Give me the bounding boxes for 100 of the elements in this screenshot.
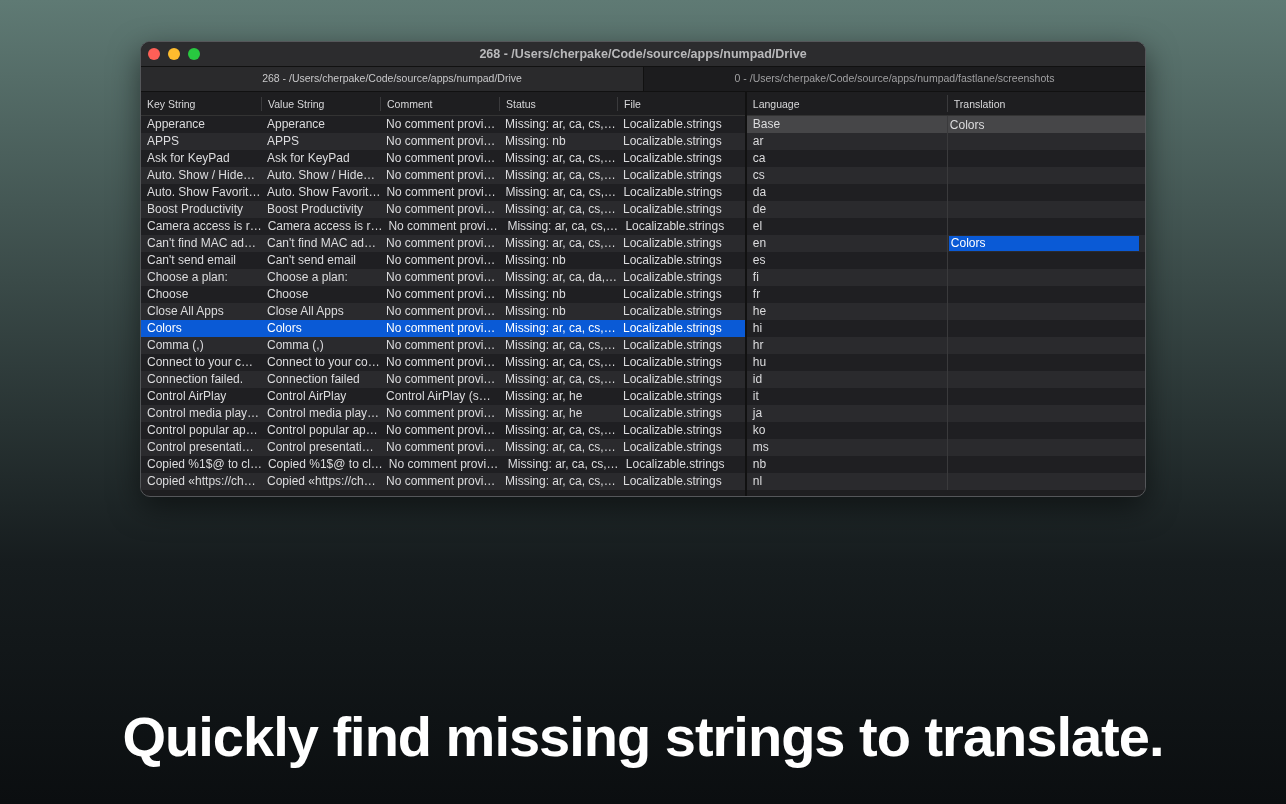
table-cell: No comment provi… xyxy=(386,117,496,131)
table-cell: Connection failed xyxy=(267,372,360,386)
table-row[interactable]: Auto. Show / Hide… Auto. Show / Hide… No comment provi… Missing: ar, ca, cs,… Localizable.strings xyxy=(141,167,745,184)
column-header[interactable]: Value String xyxy=(261,96,380,111)
table-cell: No comment provi… xyxy=(386,338,496,352)
table-cell: Missing: ar, ca, cs,… xyxy=(505,202,616,216)
table-cell: Missing: ar, ca, cs,… xyxy=(505,185,617,199)
table-cell: Localizable.strings xyxy=(623,185,723,199)
table-cell: Can't find MAC ad… xyxy=(267,236,376,250)
table-cell: Close All Apps xyxy=(147,304,224,318)
table-cell: Camera access is r… xyxy=(267,219,383,233)
table-cell: No comment provi… xyxy=(386,185,496,199)
table-cell: da xyxy=(752,185,767,199)
table-cell: Choose xyxy=(147,287,189,301)
table-cell: Localizable.strings xyxy=(623,236,722,250)
table-row[interactable]: APPS APPS No comment provi… Missing: nb Localizable.strings xyxy=(141,133,745,150)
table-row[interactable]: nl xyxy=(746,473,1145,490)
table-cell: ar xyxy=(752,134,764,148)
table-cell: Missing: ar, ca, cs,… xyxy=(505,355,616,369)
column-header[interactable]: Key String xyxy=(141,96,261,111)
table-cell: Localizable.strings xyxy=(625,219,725,233)
table-cell: Control presentati… xyxy=(267,440,374,454)
table-cell: de xyxy=(752,202,767,216)
table-cell: Localizable.strings xyxy=(623,355,722,369)
table-cell: Localizable.strings xyxy=(623,440,722,454)
input-field[interactable]: Colors xyxy=(948,236,1139,251)
table-cell: Missing: nb xyxy=(505,304,566,318)
column-header[interactable]: Translation xyxy=(946,95,1145,112)
table-row[interactable]: Boost Productivity Boost Productivity No comment provi… Missing: ar, ca, cs,… Localizable.strings xyxy=(141,201,745,218)
table-cell: No comment provi… xyxy=(388,219,498,233)
table-row[interactable]: Control presentati… Control presentati… No comment provi… Missing: ar, ca, cs,… Localizable.strings xyxy=(141,439,745,456)
table-cell: No comment provi… xyxy=(386,355,496,369)
table-cell: Missing: ar, ca, cs,… xyxy=(505,321,616,335)
table-cell: nl xyxy=(752,474,763,488)
tab[interactable]: 0 - /Users/cherpake/Code/source/apps/numpad/fastlane/screenshots xyxy=(643,67,1145,91)
table-cell: he xyxy=(752,304,767,318)
table-row[interactable]: hr xyxy=(746,337,1145,354)
table-cell: Missing: ar, ca, cs,… xyxy=(505,168,616,182)
table-cell: Missing: ar, ca, cs,… xyxy=(505,474,616,488)
table-cell: No comment provi… xyxy=(386,372,496,386)
table-row[interactable]: Close All Apps Close All Apps No comment provi… Missing: nb Localizable.strings xyxy=(141,303,745,320)
column-header[interactable]: Status xyxy=(499,96,617,111)
table-cell: Copied %1$@ to cl… xyxy=(147,457,262,471)
table-cell: No comment provi… xyxy=(386,151,496,165)
table-row[interactable]: en Colors xyxy=(746,235,1145,252)
table-row[interactable]: he xyxy=(746,303,1145,320)
table-cell: en xyxy=(752,236,767,250)
close-button[interactable] xyxy=(148,48,160,60)
table-cell: Copied %1$@ to cl… xyxy=(267,457,383,471)
table-cell: Auto. Show Favorit… xyxy=(147,185,261,199)
column-header[interactable]: Comment xyxy=(380,96,499,111)
table-cell: Localizable.strings xyxy=(623,338,722,352)
table-row[interactable]: fi xyxy=(746,269,1145,286)
table-cell: Connect to your co… xyxy=(267,355,380,369)
table-row[interactable]: id xyxy=(746,371,1145,388)
table-cell: Missing: ar, ca, cs,… xyxy=(505,151,616,165)
table-cell: Localizable.strings xyxy=(625,457,725,471)
table-row[interactable]: Can't find MAC ad… Can't find MAC ad… No comment provi… Missing: ar, ca, cs,… Localizable.strings xyxy=(141,235,745,252)
table-row[interactable]: Colors Colors No comment provi… Missing: ar, ca, cs,… Localizable.strings xyxy=(141,320,745,337)
table-cell: No comment provi… xyxy=(386,474,496,488)
table-cell: Missing: ar, he xyxy=(505,406,583,420)
table-row[interactable]: Control media play… Control media play… No comment provi… Missing: ar, he Localizable.strings xyxy=(141,405,745,422)
table-cell: Connection failed. xyxy=(147,372,244,386)
table-cell: Close All Apps xyxy=(267,304,344,318)
table-cell: No comment provi… xyxy=(386,202,496,216)
caption: Quickly find missing strings to translate. xyxy=(121,704,1165,770)
table-row[interactable]: ar xyxy=(746,133,1145,150)
table-cell: ca xyxy=(752,151,766,165)
table-cell: Missing: ar, ca, da,… xyxy=(505,270,618,284)
table-cell: Control media play… xyxy=(267,406,380,420)
table-cell: Auto. Show / Hide… xyxy=(267,168,376,182)
tab[interactable]: 268 - /Users/cherpake/Code/source/apps/numpad/Drive xyxy=(141,67,643,91)
column-header[interactable]: Language xyxy=(746,96,947,111)
table-cell: Choose a plan: xyxy=(267,270,348,284)
table-cell: Apperance xyxy=(147,117,206,131)
table-cell: Missing: ar, ca, cs,… xyxy=(505,338,616,352)
table-row[interactable]: Copied «https://ch… Copied «https://ch… No comment provi… Missing: ar, ca, cs,… Localizable.strings xyxy=(141,473,745,490)
table-row[interactable]: Choose a plan: Choose a plan: No comment provi… Missing: ar, ca, da,… Localizable.strings xyxy=(141,269,745,286)
table-cell: Missing: nb xyxy=(505,253,566,267)
zoom-button[interactable] xyxy=(188,48,200,60)
table-cell: APPS xyxy=(267,134,299,148)
table-row[interactable]: ja xyxy=(746,405,1145,422)
table-cell: Localizable.strings xyxy=(623,304,722,318)
table-cell: Auto. Show Favorit… xyxy=(267,185,381,199)
table-cell: ja xyxy=(752,406,763,420)
minimize-button[interactable] xyxy=(168,48,180,60)
table-row[interactable]: de xyxy=(746,201,1145,218)
table-cell: hr xyxy=(752,338,764,352)
table-row[interactable]: cs xyxy=(746,167,1145,184)
column-header[interactable]: File xyxy=(617,96,742,111)
table-row[interactable]: Connection failed. Connection failed No comment provi… Missing: ar, ca, cs,… Localizable.strings xyxy=(141,371,745,388)
table-row[interactable]: Comma (,) Comma (,) No comment provi… Missing: ar, ca, cs,… Localizable.strings xyxy=(141,337,745,354)
table-cell: Boost Productivity xyxy=(267,202,364,216)
table-cell: cs xyxy=(752,168,765,182)
table-cell: Control AirPlay xyxy=(267,389,347,403)
table-cell: Copied «https://ch… xyxy=(147,474,256,488)
table-cell: Localizable.strings xyxy=(623,423,722,437)
table-row[interactable]: Base Colors xyxy=(746,116,1145,133)
table-row[interactable]: ms xyxy=(746,439,1145,456)
table-cell: No comment provi… xyxy=(386,287,496,301)
